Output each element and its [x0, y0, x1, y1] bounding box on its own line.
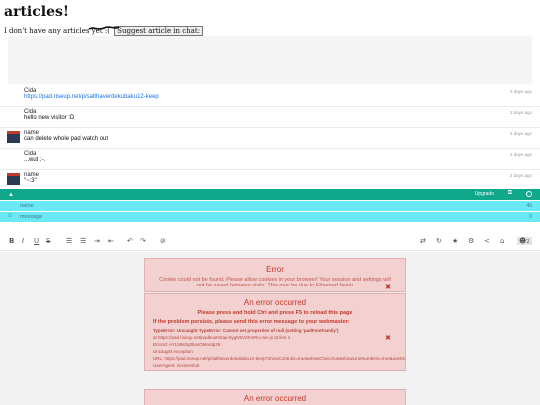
outdent-icon[interactable]: ⇤: [108, 237, 114, 245]
home-icon[interactable]: ⌂: [500, 237, 504, 245]
chat-list: Cida https://pad.riseup.net/p/salthaverde…: [0, 86, 540, 191]
avatar: [7, 131, 20, 143]
exception-error-box: An error occurred Please press and hold …: [144, 293, 406, 371]
error-detail-line: URL: https://pad.riseup.net/p/salthaverd…: [153, 356, 405, 361]
upgrade-link[interactable]: Upgrade: [475, 191, 494, 197]
star-icon[interactable]: ★: [452, 237, 458, 245]
smile-icon: ☺: [7, 213, 14, 219]
clear-authorship-icon[interactable]: ⊘: [160, 237, 166, 245]
message-text: can delete whole pad watch out: [24, 136, 109, 142]
message-char-count: 0: [529, 214, 532, 220]
name-field[interactable]: · name 40: [0, 201, 540, 211]
external-link-icon[interactable]: ⧉: [508, 190, 512, 197]
bold-button[interactable]: B: [9, 237, 14, 245]
name-char-count: 40: [526, 203, 532, 209]
cookie-error-box: Error Cookie could not be found. Please …: [144, 258, 406, 292]
caret-up-icon[interactable]: ▲: [8, 192, 14, 198]
suggest-article-button[interactable]: Suggest article in chat:: [114, 26, 204, 36]
error-body: Cookie could not be found. Please allow …: [159, 277, 391, 286]
strikethrough-button[interactable]: S: [46, 237, 50, 245]
error-details: TypeError: Uncaught TypeError: Cannot se…: [145, 325, 405, 369]
webmaster-instruction: If the problem persists, please send thi…: [153, 319, 350, 325]
message-time: 2 days ago: [509, 173, 532, 178]
error-title-3: An error occurred: [243, 394, 307, 403]
error-detail-line: TypeError: Uncaught TypeError: Cannot se…: [153, 328, 339, 333]
error-detail-line: UserAgent: Screenshot: [153, 363, 200, 368]
message-time: 2 days ago: [509, 110, 532, 115]
error-detail-line: ErrorId: eYL59s0q0bosOMnotp29: [153, 342, 221, 347]
avatar: [7, 173, 20, 185]
indent-icon[interactable]: ⇥: [94, 237, 100, 245]
page: articles! I don't have any articles yet …: [0, 0, 540, 405]
italic-button[interactable]: I: [22, 237, 24, 245]
error-detail-line: at https://pad.riseup.net/padbootstrap-5…: [153, 335, 291, 340]
unordered-list-icon[interactable]: ☰: [80, 237, 86, 245]
message-text: ...wut ;-.: [24, 157, 46, 163]
chat-message: name "~:3" 2 days ago: [0, 170, 540, 191]
message-placeholder: message: [20, 214, 43, 220]
editor-toolbar: B I U S ☰ ☰ ⇥ ⇤ ↶ ↷ ⊘ ⇄ ↻ ★ ⚙ < ⌂ ☻2: [0, 231, 540, 251]
message-author: Cida: [24, 151, 37, 157]
message-author: Cida: [24, 109, 37, 115]
chat-header-bar: ▲ Upgrade ⧉: [0, 189, 540, 200]
error-title: Error: [266, 265, 284, 274]
chat-message: Cida https://pad.riseup.net/p/salthaverde…: [0, 86, 540, 107]
message-field[interactable]: ☺ message 0: [0, 212, 540, 222]
chat-message: name can delete whole pad watch out 2 days…: [0, 128, 540, 149]
underline-button[interactable]: U: [34, 237, 39, 245]
error-detail-line: Uncaught exception: [153, 349, 193, 354]
name-placeholder: name: [20, 203, 34, 209]
message-time: 2 days ago: [509, 131, 532, 136]
reload-instruction: Please press and hold Ctrl and press F5 …: [197, 310, 353, 316]
chat-message: Cida hello new visitor :D 2 days ago: [0, 107, 540, 128]
scribble-mark: [88, 26, 120, 30]
message-time: 2 days ago: [509, 89, 532, 94]
close-icon[interactable]: ✖: [385, 283, 391, 291]
circle-icon[interactable]: [526, 191, 532, 197]
message-author: name: [24, 172, 40, 178]
message-author: name: [24, 130, 40, 136]
undo-icon[interactable]: ↶: [127, 237, 133, 245]
ordered-list-icon[interactable]: ☰: [66, 237, 72, 245]
timeslider-icon[interactable]: ↻: [436, 237, 442, 245]
error-title-2: An error occurred: [243, 298, 307, 307]
user-icon: ·: [7, 202, 9, 208]
message-link[interactable]: https://pad.riseup.net/p/salthaverdekuba…: [24, 94, 540, 100]
settings-gear-icon[interactable]: ⚙: [468, 237, 474, 245]
close-icon-2[interactable]: ✖: [385, 334, 391, 342]
users-button[interactable]: ☻2: [517, 237, 532, 245]
chat-message: Cida ...wut ;-. 2 days ago: [0, 149, 540, 170]
message-text: hello new visitor :D: [24, 115, 75, 121]
exception-error-box-2: An error occurred: [144, 389, 406, 405]
page-title: articles!: [4, 4, 70, 20]
article-placeholder-box: [8, 36, 532, 84]
redo-icon[interactable]: ↷: [140, 237, 146, 245]
users-count: 2: [526, 239, 530, 245]
import-export-icon[interactable]: ⇄: [420, 237, 426, 245]
message-author: Cida: [24, 88, 37, 94]
message-time: 2 days ago: [509, 152, 532, 157]
share-icon[interactable]: <: [484, 237, 490, 245]
message-text: "~:3": [24, 178, 37, 184]
